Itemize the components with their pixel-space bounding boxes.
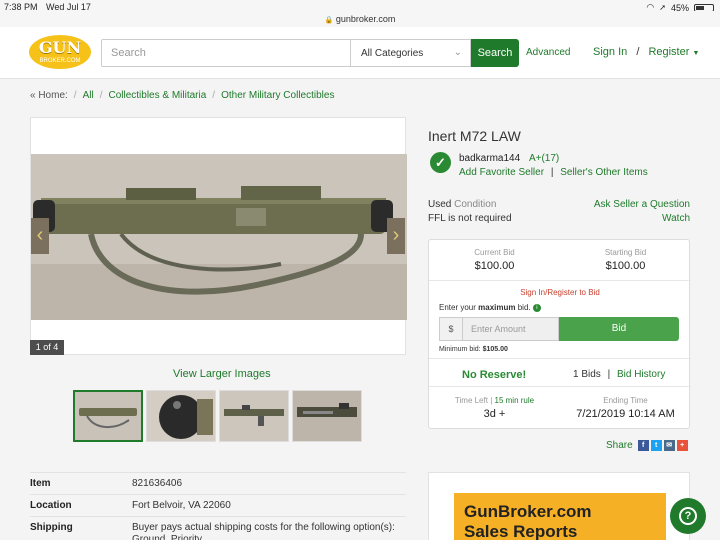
ending-time: Ending Time 7/21/2019 10:14 AM bbox=[576, 396, 675, 420]
gunbroker-logo[interactable]: GUN BROKER.COM bbox=[29, 35, 91, 69]
bid-button[interactable]: Bid bbox=[559, 317, 679, 341]
twitter-icon[interactable]: t bbox=[650, 440, 662, 451]
item-details: Item 821636406 Location Fort Belvoir, VA… bbox=[30, 472, 406, 540]
sellers-other-items-link[interactable]: Seller's Other Items bbox=[560, 167, 648, 178]
detail-row-item: Item 821636406 bbox=[30, 472, 406, 494]
advanced-search-link[interactable]: Advanced bbox=[526, 47, 570, 58]
info-icon[interactable]: i bbox=[532, 303, 541, 312]
logo-subtext: BROKER.COM bbox=[39, 58, 81, 64]
ask-seller-question-link[interactable]: Ask Seller a Question bbox=[594, 198, 690, 212]
facebook-icon[interactable]: f bbox=[637, 440, 649, 451]
min-rule-link[interactable]: 15 min rule bbox=[495, 396, 535, 405]
help-icon: ? bbox=[679, 507, 697, 525]
bid-amount-group: $ Enter Amount Bid bbox=[439, 317, 679, 341]
thumbnail-strip bbox=[73, 390, 362, 442]
next-image-arrow[interactable]: › bbox=[387, 218, 405, 254]
help-button[interactable]: ? bbox=[670, 498, 706, 534]
breadcrumb-collectibles[interactable]: Collectibles & Militaria bbox=[108, 90, 206, 101]
minimum-bid: Minimum bid: $105.00 bbox=[439, 346, 508, 353]
prev-image-arrow[interactable]: ‹ bbox=[31, 218, 49, 254]
current-bid: Current Bid $100.00 bbox=[474, 248, 515, 272]
no-reserve-label: No Reserve! bbox=[462, 369, 527, 381]
detail-row-location: Location Fort Belvoir, VA 22060 bbox=[30, 494, 406, 516]
account-links: Sign In / Register ▼ bbox=[593, 46, 699, 58]
register-link[interactable]: Register bbox=[648, 46, 689, 58]
time-left: Time Left | 15 min rule 3d + bbox=[454, 396, 535, 420]
detail-row-shipping: Shipping Buyer pays actual shipping cost… bbox=[30, 516, 406, 540]
seller-rating[interactable]: A+(17) bbox=[529, 153, 559, 164]
lock-icon: 🔒 bbox=[324, 17, 334, 24]
site-header: GUN BROKER.COM Search All Categories ⌄ S… bbox=[0, 27, 720, 79]
url-text: gunbroker.com bbox=[335, 14, 396, 24]
breadcrumb-all[interactable]: All bbox=[83, 90, 94, 101]
item-condition: Used Condition FFL is not required bbox=[428, 199, 512, 224]
category-select[interactable]: All Categories ⌄ bbox=[351, 39, 471, 67]
search-input[interactable]: Search bbox=[101, 39, 351, 67]
sign-in-link[interactable]: Sign In bbox=[593, 46, 627, 58]
chevron-down-icon: ⌄ bbox=[453, 47, 462, 58]
email-icon[interactable]: ✉ bbox=[663, 440, 675, 451]
breadcrumb-other-military[interactable]: Other Military Collectibles bbox=[221, 90, 334, 101]
bid-amount-input[interactable]: Enter Amount bbox=[463, 317, 559, 341]
sales-reports-ad[interactable]: GunBroker.com Sales Reports bbox=[428, 472, 690, 540]
m72-law-image bbox=[31, 154, 407, 320]
share-bar: Share f t ✉ + bbox=[606, 440, 688, 451]
bid-panel: Current Bid $100.00 Starting Bid $100.00… bbox=[428, 239, 691, 429]
currency-prefix: $ bbox=[439, 317, 463, 341]
view-larger-images-link[interactable]: View Larger Images bbox=[173, 368, 271, 380]
logo-text: GUN bbox=[38, 38, 82, 57]
thumbnail-2[interactable] bbox=[146, 390, 216, 442]
main-image-panel: ‹ › bbox=[30, 117, 407, 355]
thumbnail-1[interactable] bbox=[73, 390, 143, 442]
watch-link[interactable]: Watch bbox=[594, 212, 690, 226]
more-share-icon[interactable]: + bbox=[676, 440, 688, 451]
image-counter: 1 of 4 bbox=[30, 340, 64, 355]
verified-check-icon: ✓ bbox=[430, 152, 451, 173]
url-bar[interactable]: 🔒 gunbroker.com bbox=[0, 11, 720, 27]
bid-history-link[interactable]: Bid History bbox=[617, 369, 665, 380]
item-title: Inert M72 LAW bbox=[428, 128, 521, 144]
ad-banner: GunBroker.com Sales Reports bbox=[454, 493, 666, 540]
sign-in-register-to-bid-link[interactable]: Sign In/Register to Bid bbox=[429, 288, 691, 297]
item-photo[interactable] bbox=[31, 154, 407, 320]
breadcrumb-home[interactable]: « Home: bbox=[30, 90, 68, 101]
enter-max-bid-label: Enter your maximum bid. i bbox=[439, 303, 541, 312]
search-button[interactable]: Search bbox=[471, 39, 519, 67]
breadcrumb: « Home: / All / Collectibles & Militaria… bbox=[30, 90, 335, 101]
bids-count: 1 Bids bbox=[573, 369, 601, 380]
thumbnail-4[interactable] bbox=[292, 390, 362, 442]
ffl-note: FFL is not required bbox=[428, 213, 512, 224]
starting-bid: Starting Bid $100.00 bbox=[604, 248, 647, 272]
caret-down-icon: ▼ bbox=[692, 50, 700, 57]
thumbnail-3[interactable] bbox=[219, 390, 289, 442]
add-favorite-seller-link[interactable]: Add Favorite Seller bbox=[459, 167, 544, 178]
header-separator: / bbox=[636, 46, 640, 58]
seller-name-link[interactable]: badkarma144 bbox=[459, 153, 520, 164]
